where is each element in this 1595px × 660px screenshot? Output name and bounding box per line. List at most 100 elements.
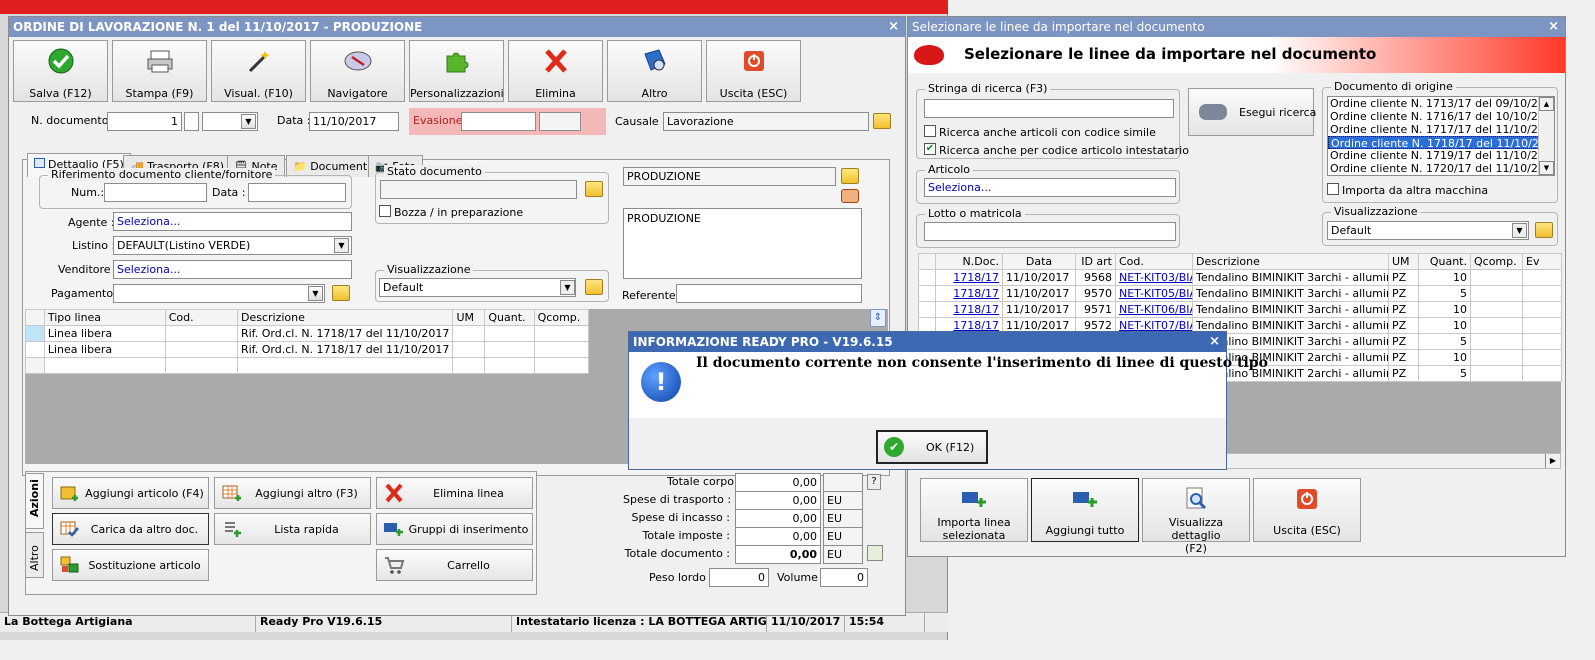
preview-button[interactable]: Visual. (F10) — [211, 40, 306, 102]
col-header[interactable]: Quant. — [1418, 253, 1471, 270]
tab-azioni[interactable]: Azioni — [25, 473, 44, 529]
date-field[interactable]: 11/10/2017 — [309, 112, 399, 131]
list-item[interactable]: Ordine cliente N. 1720/17 del 11/10/2017 — [1328, 162, 1554, 175]
save-button[interactable]: Salva (F12) — [13, 40, 108, 102]
stamp-icon[interactable] — [841, 189, 859, 203]
tab-altro-side[interactable]: Altro — [25, 532, 44, 578]
tab-documenti[interactable]: 📁 Documenti — [286, 155, 378, 177]
volume-field[interactable]: 0 — [820, 568, 868, 587]
table-row[interactable]: Linea libera Rif. Ord.cl. N. 1718/17 del … — [25, 325, 590, 342]
table-row[interactable]: 1718/17 11/10/2017 9568 NET-KIT03/BIA Tendal… — [918, 269, 1562, 286]
scroll-up-icon[interactable]: ▲ — [1539, 97, 1554, 111]
similar-code-checkbox[interactable] — [924, 125, 936, 137]
magnifier-icon[interactable] — [867, 545, 883, 561]
col-header[interactable]: Cod. — [1115, 253, 1193, 270]
col-header[interactable]: Qcomp. — [1470, 253, 1523, 270]
col-header[interactable]: ID art — [1075, 253, 1116, 270]
chevron-down-icon[interactable]: ▼ — [334, 238, 349, 253]
help-button[interactable]: ? — [867, 474, 881, 490]
navigator-button[interactable]: Navigatore — [310, 40, 405, 102]
import-vis-select[interactable]: Default — [1327, 221, 1529, 240]
owner-code-checkbox[interactable]: ✔ — [924, 143, 936, 155]
ref-num-field[interactable] — [104, 183, 207, 202]
import-exit-button[interactable]: Uscita (ESC) — [1253, 478, 1361, 542]
listino-select[interactable]: DEFAULT(Listino VERDE) — [113, 236, 352, 255]
close-icon[interactable]: × — [888, 19, 899, 34]
pagamento-select[interactable]: ▼ — [113, 284, 325, 303]
list-item[interactable]: Ordine cliente N. 1713/17 del 09/10/2017 — [1328, 97, 1554, 110]
delete-line-button[interactable]: Elimina linea — [376, 477, 533, 509]
doc-number-field[interactable]: 1 — [107, 112, 182, 131]
ok-button[interactable]: ✔ OK (F12) — [876, 430, 988, 464]
origin-list[interactable]: Ordine cliente N. 1713/17 del 09/10/2017… — [1327, 96, 1555, 176]
col-header[interactable]: UM — [1388, 253, 1419, 270]
doc-number-suffix[interactable] — [184, 112, 199, 131]
load-from-doc-button[interactable]: Carica da altro doc. — [52, 513, 209, 545]
scroll-right-icon[interactable]: ▶ — [1545, 454, 1560, 468]
chevron-down-icon[interactable]: ▼ — [560, 280, 575, 295]
delete-button[interactable]: Elimina — [508, 40, 603, 102]
add-article-button[interactable]: Aggiungi articolo (F4) — [52, 477, 209, 509]
col-header[interactable]: Data — [1002, 253, 1076, 270]
add-other-button[interactable]: Aggiungi altro (F3) — [214, 477, 371, 509]
folder-icon[interactable] — [332, 285, 350, 301]
col-header[interactable]: Ev — [1522, 253, 1562, 270]
chevron-down-icon[interactable]: ▼ — [241, 114, 256, 129]
list-item[interactable]: Ordine cliente N. 1717/17 del 11/10/2017 — [1328, 123, 1554, 136]
close-icon[interactable]: × — [1209, 334, 1220, 349]
list-item[interactable]: Ordine cliente N. 1719/17 del 11/10/2017 — [1328, 149, 1554, 162]
table-row[interactable]: 1718/17 11/10/2017 9571 NET-KIT06/BIA Tendal… — [918, 301, 1562, 318]
col-header[interactable]: Qcomp. — [533, 309, 590, 326]
folder-icon[interactable] — [873, 113, 891, 129]
col-header[interactable]: Tipo linea — [43, 309, 166, 326]
bozza-checkbox[interactable] — [379, 205, 391, 217]
folder-icon[interactable] — [585, 181, 603, 197]
table-row[interactable] — [25, 357, 590, 374]
ref-date-field[interactable] — [248, 183, 346, 202]
cart-button[interactable]: Carrello — [376, 549, 533, 581]
view-detail-button[interactable]: Visualizza dettaglio (F2) — [1142, 478, 1250, 555]
col-header[interactable]: Cod. — [164, 309, 238, 326]
close-icon[interactable]: × — [1548, 19, 1559, 34]
list-item[interactable]: Ordine cliente N. 1716/17 del 10/10/2017 — [1328, 110, 1554, 123]
referente-field[interactable] — [676, 284, 862, 303]
lines-grid[interactable]: Tipo linea Cod. Descrizione UM Quant. Qcomp. … — [25, 309, 590, 374]
produzione-notes[interactable]: PRODUZIONE — [623, 208, 862, 279]
col-header[interactable]: Descrizione — [236, 309, 454, 326]
table-row[interactable]: 1718/17 11/10/2017 9570 NET-KIT05/BIA Tendal… — [918, 285, 1562, 302]
doc-series-select[interactable]: ▼ — [202, 112, 258, 131]
visualizzazione-select[interactable]: Default — [379, 278, 576, 297]
grid-scroll-icon[interactable]: ⇕ — [870, 309, 886, 327]
evasione-date-field[interactable] — [461, 112, 536, 131]
import-selected-button[interactable]: Importa linea selezionata — [920, 478, 1028, 542]
chevron-down-icon[interactable]: ▼ — [308, 286, 323, 301]
folder-icon[interactable] — [841, 168, 859, 184]
agente-field[interactable]: Seleziona... — [113, 212, 352, 231]
list-scrollbar[interactable]: ▲ ▼ — [1538, 97, 1554, 175]
col-header[interactable]: Descrizione — [1192, 253, 1389, 270]
col-header[interactable]: Quant. — [484, 309, 535, 326]
col-header[interactable]: N.Doc. — [935, 253, 1003, 270]
list-item-selected[interactable]: Ordine cliente N. 1718/17 del 11/10/2017 — [1328, 136, 1554, 150]
chevron-down-icon[interactable]: ▼ — [1512, 223, 1527, 238]
add-all-button[interactable]: Aggiungi tutto — [1031, 478, 1139, 542]
venditore-field[interactable]: Seleziona... — [113, 260, 352, 279]
lotto-field[interactable] — [924, 222, 1176, 241]
search-button[interactable]: Esegui ricerca — [1188, 88, 1316, 136]
table-row[interactable]: Linea libera Rif. Ord.cl. N. 1718/17 del … — [25, 341, 590, 358]
articolo-field[interactable]: Seleziona... — [924, 178, 1176, 197]
folder-icon[interactable] — [1535, 222, 1553, 238]
customizations-button[interactable]: Personalizzazioni — [409, 40, 504, 102]
causale-field[interactable]: Lavorazione — [663, 112, 869, 131]
peso-field[interactable]: 0 — [709, 568, 769, 587]
other-machine-checkbox[interactable] — [1327, 183, 1339, 195]
other-button[interactable]: Altro — [607, 40, 702, 102]
insert-groups-button[interactable]: Gruppi di inserimento — [376, 513, 533, 545]
search-input[interactable] — [924, 99, 1174, 118]
scroll-down-icon[interactable]: ▼ — [1539, 161, 1554, 175]
replace-article-button[interactable]: Sostituzione articolo — [52, 549, 209, 581]
print-button[interactable]: Stampa (F9) — [112, 40, 207, 102]
exit-button[interactable]: Uscita (ESC) — [706, 40, 801, 102]
col-header[interactable]: UM — [452, 309, 486, 326]
quick-list-button[interactable]: Lista rapida — [214, 513, 371, 545]
